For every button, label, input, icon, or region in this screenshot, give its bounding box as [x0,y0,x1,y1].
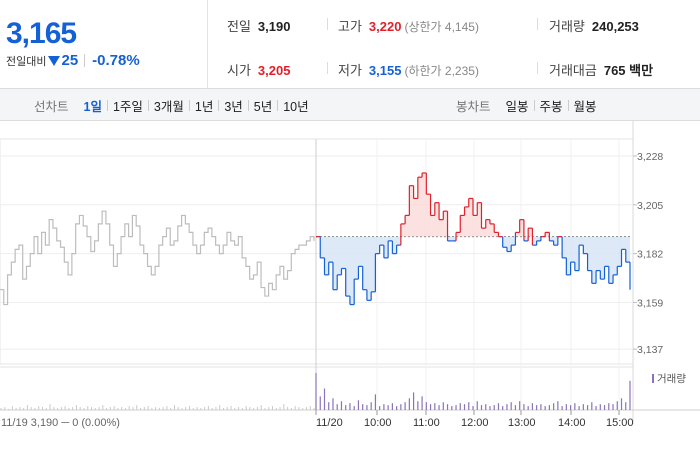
stat-value: 765 [603,63,626,78]
stat-value: 3,190 [257,19,291,34]
stat-label: 시가 [227,63,251,78]
stat-label: 전일 [227,19,251,34]
change-amount: 25 [61,52,79,69]
current-price: 3,165 [6,17,77,50]
y-tick-label: 3,228 [637,151,663,163]
x-tick-label: 15:00 [606,417,634,429]
chart-svg: 3,228 3,205 3,182 3,159 3,137 11/20 10:00 11:00… [0,121,700,429]
range-option-0[interactable]: 1일 [79,96,107,115]
stat-open: 시가 3,205 [227,60,290,79]
y-tick-label: 3,182 [637,249,663,261]
change-percent: -0.78% [92,52,140,69]
range-option-5[interactable]: 5년 [249,96,277,115]
change-row: 전일대비 25 -0.78% [6,52,140,69]
divider [537,62,538,74]
candle-option-2[interactable]: 월봉 [569,96,602,115]
down-triangle-icon [48,55,61,66]
x-tick-label: 12:00 [461,417,489,429]
stat-sub: (상한가 4,145) [404,20,479,34]
y-tick-label: 3,205 [637,200,663,212]
range-option-4[interactable]: 3년 [219,96,247,115]
range-option-1[interactable]: 1주일 [108,96,148,115]
stat-value: 3,205 [257,63,291,78]
range-option-6[interactable]: 10년 [278,96,313,115]
stat-label: 거래대금 [549,63,597,78]
prev-day-summary-label: 11/19 3,190 ─ 0 (0.00%) [1,417,120,429]
stat-sub: (하한가 2,235) [404,64,479,78]
x-tick-label: 11:00 [413,417,440,429]
change-label: 전일대비 [6,55,47,68]
stat-label: 고가 [338,19,362,34]
x-tick-label: 11/20 [316,417,343,429]
stat-label: 거래량 [549,19,585,34]
stock-summary: 3,165 전일대비 25 -0.78% 전일 3,190 시가 3,205 고가 3… [0,0,700,89]
y-tick-label: 3,137 [637,344,663,356]
divider [327,62,328,74]
stat-value: 3,155 [368,63,402,78]
x-tick-label: 10:00 [364,417,392,429]
stat-volume: 거래량 240,253 [549,16,639,35]
volume-legend-swatch [652,374,654,383]
line-chart-label: 선차트 [34,99,69,114]
chart-toolbar: 선차트 1일 1주일 3개월 1년 3년 5년 10년 봉차트 일봉 주봉 월봉 [0,89,700,121]
stat-high: 고가 3,220 (상한가 4,145) [338,16,479,35]
stat-value: 3,220 [368,19,402,34]
stat-label: 저가 [338,63,362,78]
stat-trade-value: 거래대금 765 백만 [549,60,653,79]
line-chart-group: 선차트 1일 1주일 3개월 1년 3년 5년 10년 [34,89,314,121]
price-chart: 3,228 3,205 3,182 3,159 3,137 11/20 10:00 11:00… [0,121,700,450]
candle-chart-label: 봉차트 [456,99,491,114]
divider [537,18,538,30]
x-tick-label: 13:00 [508,417,536,429]
x-tick-label: 14:00 [558,417,586,429]
candle-option-1[interactable]: 주봉 [535,96,568,115]
range-option-2[interactable]: 3개월 [149,96,189,115]
y-tick-label: 3,159 [637,297,663,309]
stat-value: 240,253 [591,19,639,34]
stat-low: 저가 3,155 (하한가 2,235) [338,60,479,79]
divider [84,54,86,67]
candle-option-0[interactable]: 일봉 [501,96,534,115]
volume-legend-label: 거래량 [657,373,686,385]
price-box: 3,165 전일대비 25 -0.78% [0,0,208,89]
stat-prev-close: 전일 3,190 [227,16,290,35]
divider [327,18,328,30]
candle-chart-group: 봉차트 일봉 주봉 월봉 [456,89,602,121]
range-option-3[interactable]: 1년 [190,96,218,115]
stat-unit: 백만 [629,63,654,78]
